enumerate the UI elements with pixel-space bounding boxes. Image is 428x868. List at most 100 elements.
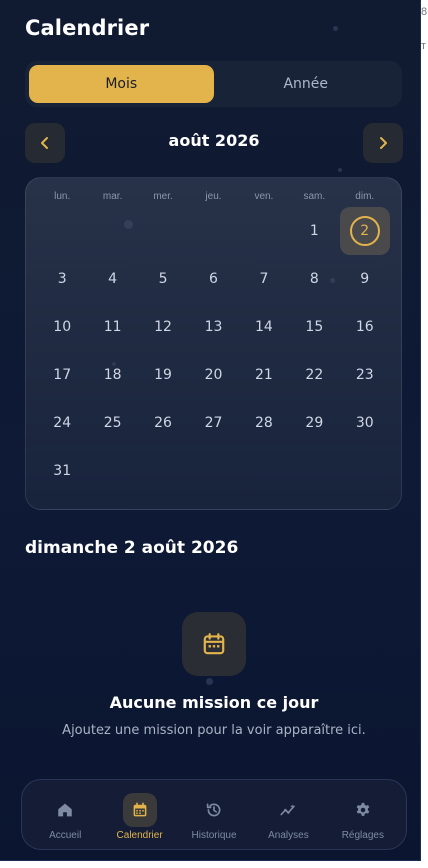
empty-state-badge (182, 612, 246, 676)
weekday-label: ven. (254, 191, 274, 202)
background-dot (333, 26, 338, 31)
tab-label: Réglages (341, 830, 384, 841)
weekday-label: jeu. (205, 191, 222, 202)
calendar-empty-cell (138, 207, 188, 255)
calendar-day[interactable]: 23 (340, 351, 390, 399)
calendar-day[interactable]: 13 (188, 303, 238, 351)
view-toggle: Mois Année (25, 61, 402, 107)
calendar-day[interactable]: 26 (138, 399, 188, 447)
calendar-day[interactable]: 29 (289, 399, 339, 447)
background-dot (338, 168, 342, 172)
calendar-day[interactable]: 25 (87, 399, 137, 447)
calendar-day[interactable]: 5 (138, 255, 188, 303)
tab-reglages[interactable]: Réglages (326, 780, 400, 849)
calendar-day[interactable]: 18 (87, 351, 137, 399)
calendar-empty-cell (289, 447, 339, 495)
month-calendar: lun. mar. mer. jeu. ven. sam. dim. 12345… (25, 177, 402, 510)
tab-icon-wrap (122, 793, 157, 827)
edge-glyph: т (421, 40, 427, 52)
calendar-empty-cell (188, 207, 238, 255)
tab-icon-wrap (346, 793, 380, 827)
tab-label: Accueil (49, 830, 82, 841)
calendar-day[interactable]: 30 (340, 399, 390, 447)
weekday-label: mar. (102, 191, 123, 202)
tab-accueil[interactable]: Accueil (28, 780, 102, 849)
calendar-day[interactable]: 17 (37, 351, 87, 399)
calendar-icon (203, 633, 225, 655)
weekday-label: lun. (54, 191, 71, 202)
calendar-empty-cell (87, 207, 137, 255)
year-view-toggle[interactable]: Année (214, 65, 399, 103)
edge-glyph: 8 (421, 6, 428, 18)
calendar-day[interactable]: 21 (239, 351, 289, 399)
calendar-empty-cell (239, 207, 289, 255)
tab-historique[interactable]: Historique (177, 780, 251, 849)
calendar-day[interactable]: 22 (289, 351, 339, 399)
calendar-week-row: 17 18 19 20 21 22 23 (37, 351, 390, 399)
home-icon (58, 803, 72, 817)
page-title: Calendrier (25, 16, 150, 40)
calendar-day[interactable]: 16 (340, 303, 390, 351)
calendar-icon (133, 802, 146, 817)
month-view-toggle[interactable]: Mois (29, 65, 214, 103)
calendar-week-row: 24 25 26 27 28 29 30 (37, 399, 390, 447)
calendar-day-selected[interactable]: 2 (339, 207, 390, 255)
calendar-week-row: 3456789 (37, 255, 390, 303)
calendar-day[interactable]: 1 (289, 207, 339, 255)
weekday-label: sam. (303, 191, 326, 202)
calendar-grid: 1 2 3 4 5 6 7 8 9 10 11 12 13 14 15 16 17 18 19 20 21 22 23 24 2… (37, 207, 390, 495)
month-title: août 2026 (168, 131, 260, 150)
calendar-empty-cell (138, 447, 188, 495)
app-screen: Calendrier Mois Année août 2026 lun. mar… (0, 0, 421, 861)
calendar-day[interactable]: 10 (37, 303, 87, 351)
empty-state-title: Aucune mission ce jour (109, 693, 319, 712)
selected-date-heading: dimanche 2 août 2026 (25, 538, 239, 558)
tab-label: Analyses (268, 830, 309, 841)
calendar-day[interactable]: 12 (138, 303, 188, 351)
calendar-day[interactable]: 28 (239, 399, 289, 447)
empty-state-subtitle: Ajoutez une mission pour la voir apparaî… (62, 723, 366, 738)
selected-day-highlight: 2 (339, 207, 390, 255)
tab-label: Historique (191, 830, 237, 841)
calendar-empty-cell (188, 447, 238, 495)
next-month-button[interactable] (363, 123, 403, 163)
calendar-day[interactable]: 6 (188, 255, 238, 303)
calendar-empty-cell (340, 447, 390, 495)
tab-icon-wrap (48, 793, 82, 827)
background-dot (206, 678, 213, 685)
weekday-header: lun. mar. mer. jeu. ven. sam. dim. (37, 191, 390, 202)
calendar-empty-cell (87, 447, 137, 495)
history-icon (206, 803, 221, 817)
tab-analyses[interactable]: Analyses (251, 780, 325, 849)
calendar-day[interactable]: 24 (37, 399, 87, 447)
calendar-day[interactable]: 9 (340, 255, 390, 303)
calendar-week-row: 31 (37, 447, 390, 495)
tab-icon-wrap (197, 793, 231, 827)
calendar-day[interactable]: 20 (188, 351, 238, 399)
calendar-day-number: 2 (349, 216, 380, 246)
calendar-empty-cell (37, 207, 87, 255)
weekday-label: mer. (153, 191, 173, 202)
previous-month-button[interactable] (25, 123, 65, 163)
calendar-day[interactable]: 15 (289, 303, 339, 351)
bottom-tab-bar: Accueil Calendrier Historique Analyses R… (21, 779, 407, 850)
calendar-day[interactable]: 11 (87, 303, 137, 351)
tab-calendrier[interactable]: Calendrier (102, 780, 176, 849)
calendar-day[interactable]: 4 (87, 255, 137, 303)
chevron-left-icon (41, 137, 48, 149)
calendar-day[interactable]: 14 (239, 303, 289, 351)
calendar-day[interactable]: 31 (37, 447, 87, 495)
weekday-label: dim. (355, 191, 375, 202)
tab-label: Calendrier (116, 830, 163, 841)
gear-icon (356, 802, 370, 816)
chevron-right-icon (380, 137, 387, 149)
calendar-week-row: 10 11 12 13 14 15 16 (37, 303, 390, 351)
calendar-day[interactable]: 27 (188, 399, 238, 447)
analytics-icon (280, 804, 296, 816)
calendar-week-row: 12 (37, 207, 390, 255)
calendar-day[interactable]: 7 (239, 255, 289, 303)
calendar-day[interactable]: 3 (37, 255, 87, 303)
calendar-day[interactable]: 8 (289, 255, 339, 303)
calendar-empty-cell (239, 447, 289, 495)
calendar-day[interactable]: 19 (138, 351, 188, 399)
